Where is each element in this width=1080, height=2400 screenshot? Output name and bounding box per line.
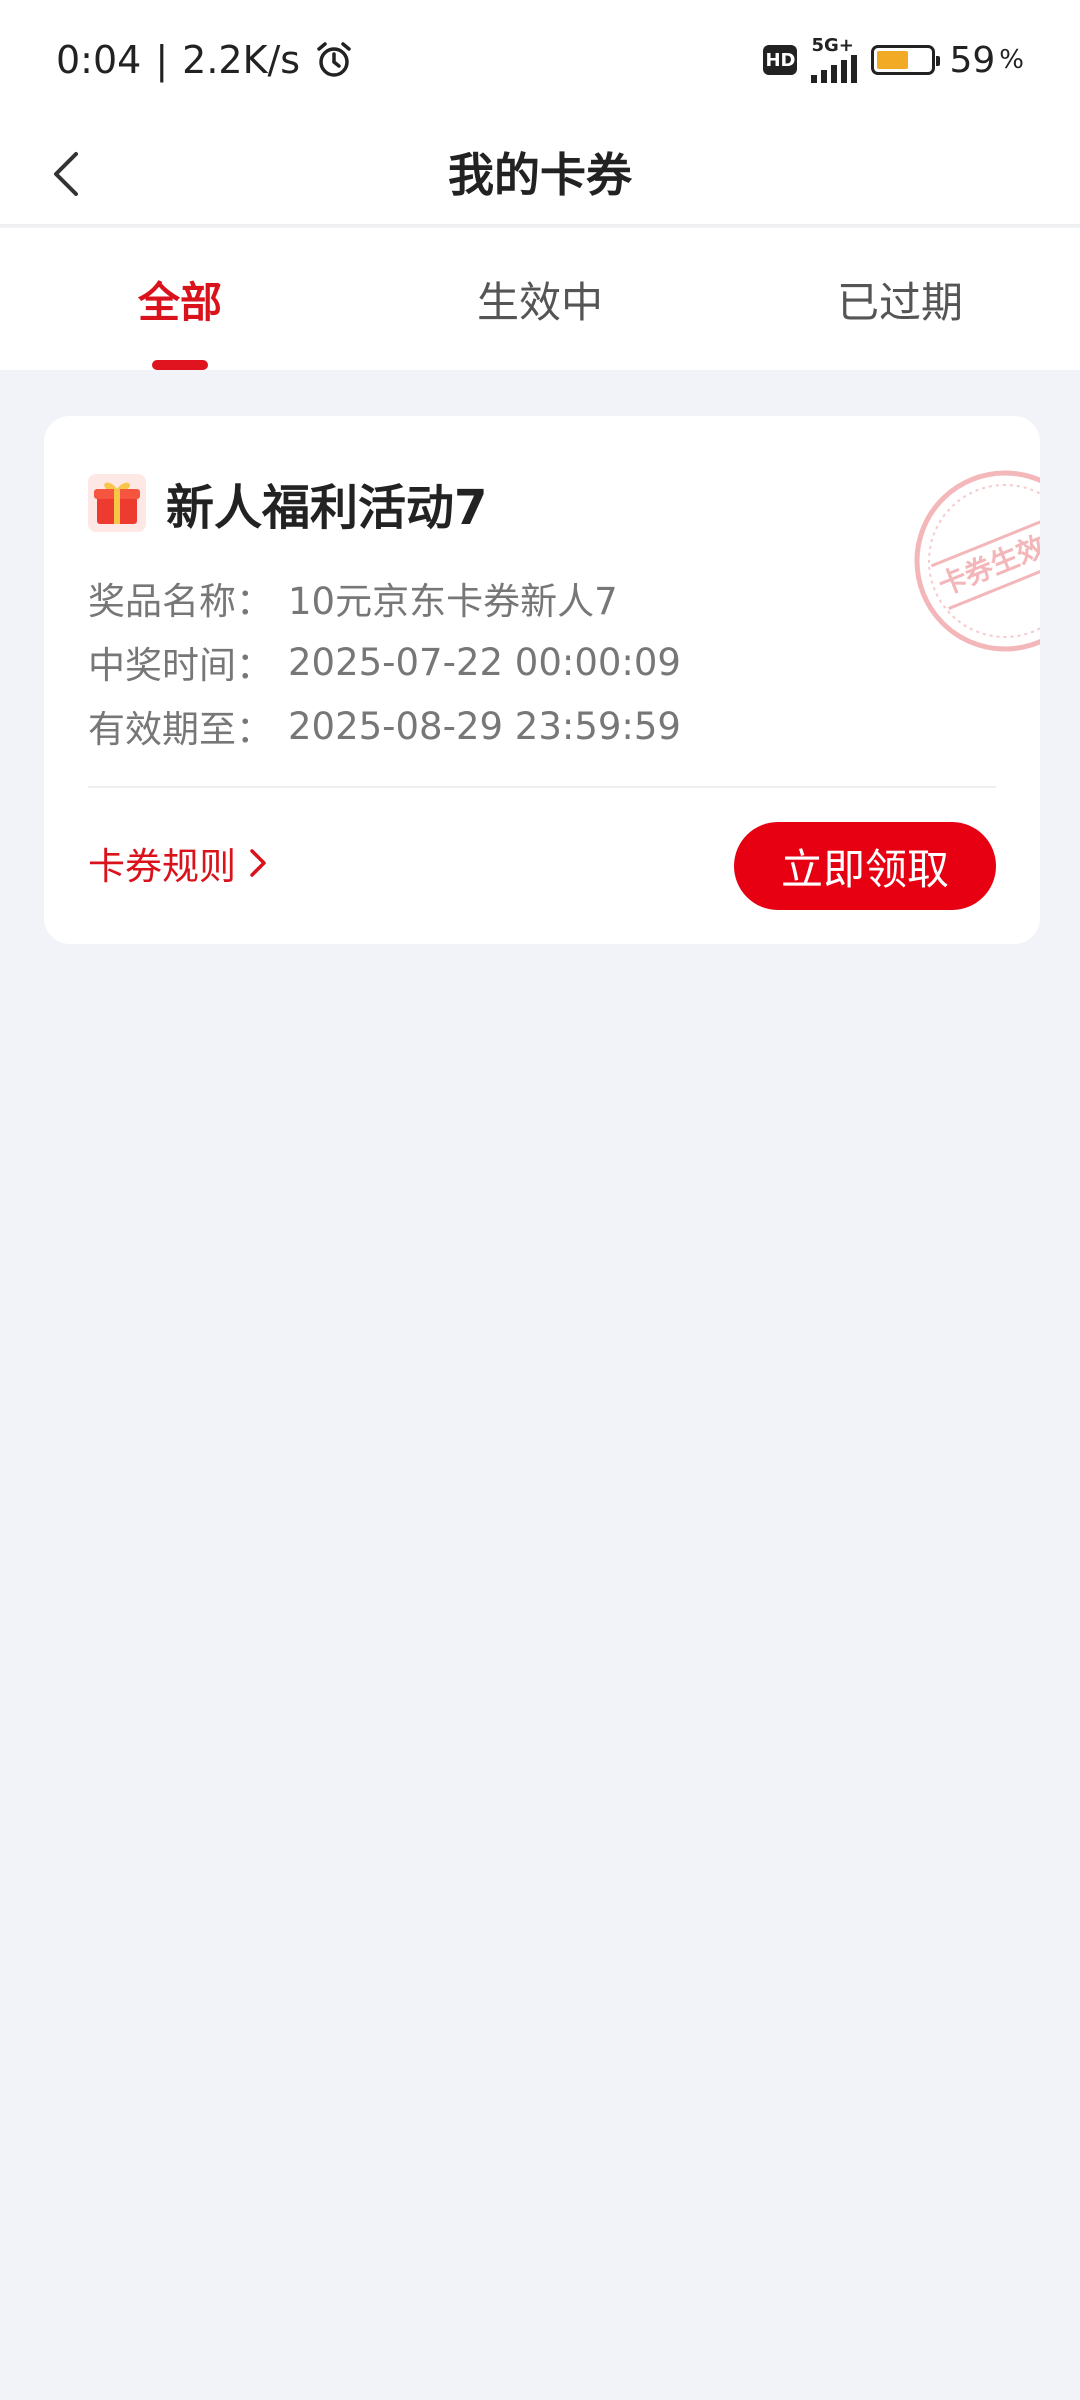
tab-bar: 全部 生效中 已过期 <box>0 228 1080 370</box>
info-label: 奖品名称： <box>88 580 273 623</box>
card-divider <box>88 786 996 788</box>
tab-all[interactable]: 全部 <box>0 228 360 370</box>
gift-icon <box>88 474 146 532</box>
coupon-title: 新人福利活动7 <box>166 480 488 536</box>
battery-percent: 59 <box>949 39 996 81</box>
tab-expired-label: 已过期 <box>836 277 963 327</box>
status-separator: | <box>155 38 169 82</box>
alarm-icon <box>317 42 351 77</box>
info-row-win-time: 中奖时间： 2025-07-22 00:00:09 <box>88 630 681 694</box>
nav-bar: 我的卡券 <box>0 120 1080 226</box>
status-time: 0:04 <box>56 38 142 82</box>
stamp-text: 卡券生效中 <box>934 519 1040 602</box>
network-label: 5G+ <box>811 35 854 56</box>
coupon-header: 新人福利活动7 <box>88 468 487 538</box>
chevron-right-icon <box>250 849 266 877</box>
info-value: 10元京东卡券新人7 <box>288 580 618 623</box>
info-label: 有效期至： <box>88 708 273 751</box>
tab-active-coupons-label: 生效中 <box>476 277 603 327</box>
status-left: 0:04 | 2.2K/s <box>56 38 354 82</box>
info-value: 2025-07-22 00:00:09 <box>288 640 681 684</box>
network-speed: 2.2K/s <box>182 38 301 82</box>
back-icon[interactable] <box>40 146 96 202</box>
info-value: 2025-08-29 23:59:59 <box>288 704 681 748</box>
tab-all-label: 全部 <box>137 277 222 327</box>
info-row-valid-until: 有效期至： 2025-08-29 23:59:59 <box>88 694 681 758</box>
tab-active-indicator <box>152 360 208 370</box>
coupon-card: 新人福利活动7 奖品名称： 10元京东卡券新人7 中奖时间： 2025-07-2… <box>44 416 1040 944</box>
page-title: 我的卡券 <box>448 148 632 202</box>
network-indicator: 5G+ <box>811 35 858 83</box>
battery-fill <box>877 51 909 69</box>
claim-now-button[interactable]: 立即领取 <box>734 822 996 910</box>
battery-icon <box>871 45 941 75</box>
status-bar: 0:04 | 2.2K/s HD 5G+ 59 % <box>0 0 1080 120</box>
info-row-prize: 奖品名称： 10元京东卡券新人7 <box>88 566 681 630</box>
tab-active-coupons[interactable]: 生效中 <box>360 228 720 370</box>
status-stamp: 卡券生效中 <box>914 470 1040 652</box>
info-label: 中奖时间： <box>88 644 273 687</box>
battery-percent-sign: % <box>999 45 1024 75</box>
tab-expired[interactable]: 已过期 <box>720 228 1080 370</box>
coupon-rules-link[interactable]: 卡券规则 <box>88 836 270 890</box>
hd-badge: HD <box>763 45 798 75</box>
coupon-rules-label: 卡券规则 <box>88 845 236 888</box>
coupon-info: 奖品名称： 10元京东卡券新人7 中奖时间： 2025-07-22 00:00:… <box>88 566 681 758</box>
signal-icon <box>811 55 858 83</box>
status-right: HD 5G+ 59 % <box>763 37 1024 83</box>
